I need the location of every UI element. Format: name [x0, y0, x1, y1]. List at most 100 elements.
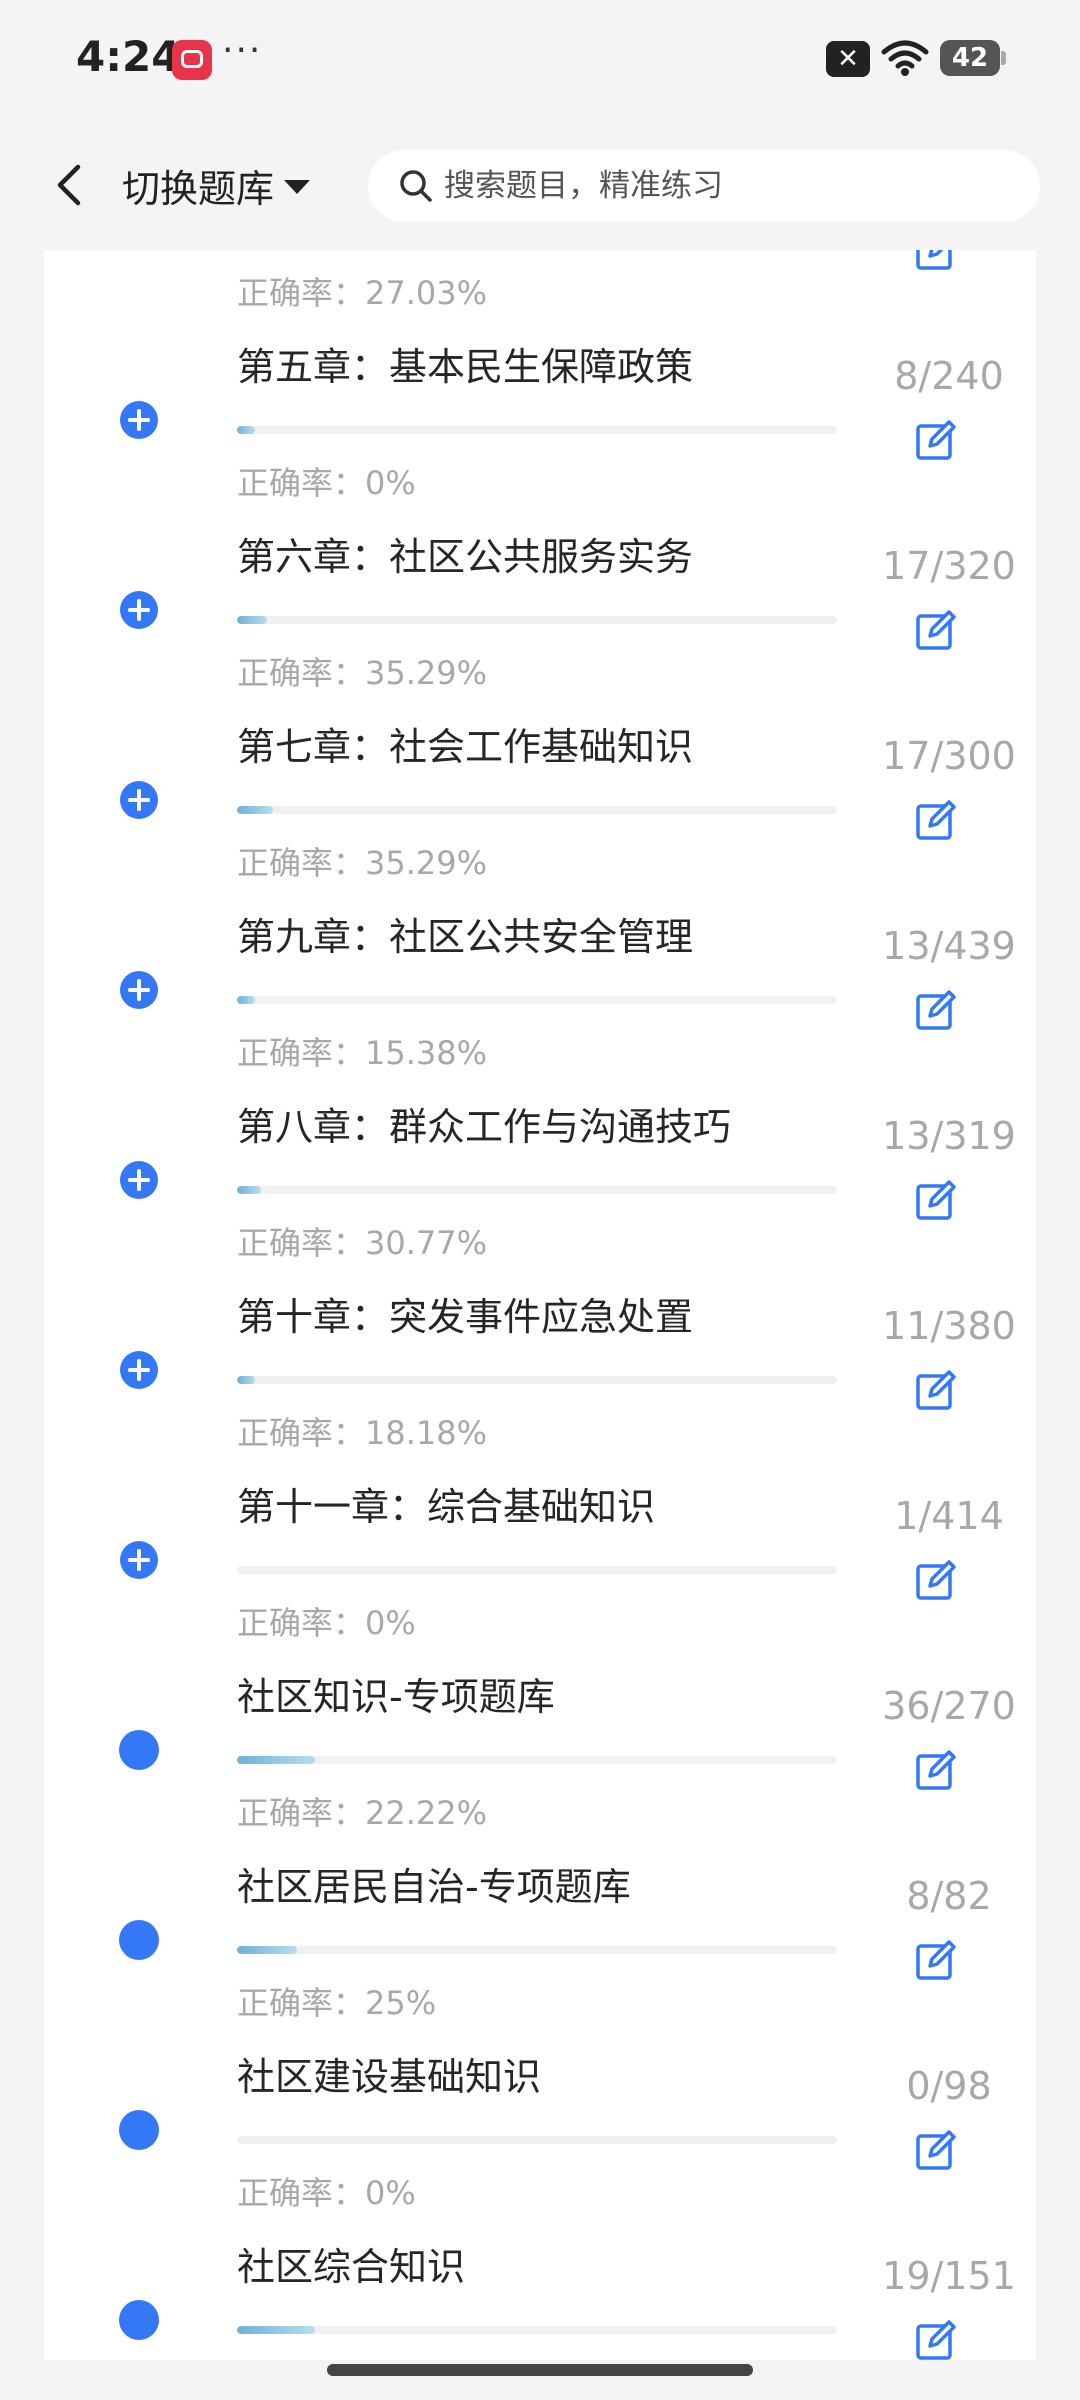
progress-bar: [237, 2326, 837, 2334]
question-bank-list: 正确率：27.03% 第五章：基本民生保障政策正确率：0% 8/240 第六章：社区…: [44, 200, 1036, 2360]
progress-fill: [237, 1756, 315, 1764]
progress-bar: [237, 616, 837, 624]
item-title: 第五章：基本民生保障政策: [237, 345, 694, 389]
accuracy-label: 正确率：18.18%: [237, 1414, 488, 1452]
progress-count: 1/414: [894, 1494, 1004, 1538]
add-circle-icon[interactable]: [120, 1541, 158, 1579]
accuracy-label: 正确率：30.77%: [237, 1224, 488, 1262]
search-box[interactable]: [368, 150, 1040, 222]
progress-bar: [237, 1566, 837, 1574]
progress-fill: [237, 2326, 315, 2334]
progress-fill: [237, 1946, 297, 1954]
progress-fill: [237, 996, 255, 1004]
list-item[interactable]: 第五章：基本民生保障政策正确率：0% 8/240: [44, 318, 1036, 508]
switch-bank-dropdown[interactable]: 切换题库: [122, 160, 311, 211]
progress-count: 8/82: [906, 1874, 992, 1918]
search-icon: [400, 170, 432, 202]
item-title: 社区知识-专项题库: [237, 1675, 555, 1719]
edit-icon[interactable]: [914, 1748, 958, 1792]
edit-icon[interactable]: [914, 988, 958, 1032]
close-icon: ✕: [826, 41, 870, 77]
accuracy-label: 正确率：15.38%: [237, 1034, 488, 1072]
item-title: 第十章：突发事件应急处置: [237, 1295, 694, 1339]
add-circle-icon[interactable]: [120, 781, 158, 819]
list-item[interactable]: 第六章：社区公共服务实务正确率：35.29% 17/320: [44, 508, 1036, 698]
progress-bar: [237, 1186, 837, 1194]
more-notifications-icon: ···: [222, 30, 263, 71]
item-title: 第七章：社会工作基础知识: [237, 725, 694, 769]
edit-icon[interactable]: [914, 418, 958, 462]
progress-fill: [237, 616, 267, 624]
edit-icon[interactable]: [914, 1368, 958, 1412]
accuracy-label: 正确率：35.29%: [237, 844, 488, 882]
accuracy-label: 正确率：0%: [237, 464, 416, 502]
progress-count: 8/240: [894, 354, 1004, 398]
add-circle-icon[interactable]: [120, 1161, 158, 1199]
home-indicator[interactable]: [327, 2364, 753, 2376]
wifi-icon: [881, 40, 929, 76]
accuracy-label: 正确率：27.03%: [237, 274, 488, 312]
progress-bar: [237, 2136, 837, 2144]
progress-count: 17/320: [882, 544, 1016, 588]
list-item[interactable]: 社区居民自治-专项题库正确率：25% 8/82: [44, 1838, 1036, 2028]
item-title: 第九章：社区公共安全管理: [237, 915, 694, 959]
clock: 4:24: [76, 32, 181, 81]
status-dot-icon: [119, 2110, 159, 2150]
app-notification-icon: [172, 40, 212, 80]
back-button[interactable]: [40, 155, 100, 215]
list-item[interactable]: 第八章：群众工作与沟通技巧正确率：30.77% 13/319: [44, 1078, 1036, 1268]
accuracy-label: 正确率：0%: [237, 1604, 416, 1642]
item-title: 第八章：群众工作与沟通技巧: [237, 1105, 732, 1149]
progress-count: 0/98: [906, 2064, 992, 2108]
edit-icon[interactable]: [914, 1178, 958, 1222]
edit-icon[interactable]: [914, 2318, 958, 2360]
battery-indicator: 42: [940, 40, 1006, 76]
item-title: 第十一章：综合基础知识: [237, 1485, 656, 1529]
progress-bar: [237, 426, 837, 434]
progress-bar: [237, 1756, 837, 1764]
edit-icon[interactable]: [914, 608, 958, 652]
edit-icon[interactable]: [914, 798, 958, 842]
add-circle-icon[interactable]: [120, 971, 158, 1009]
progress-bar: [237, 996, 837, 1004]
list-item[interactable]: 第十章：突发事件应急处置正确率：18.18% 11/380: [44, 1268, 1036, 1458]
status-dot-icon: [119, 1730, 159, 1770]
progress-count: 13/439: [882, 924, 1016, 968]
accuracy-label: 正确率：0%: [237, 2174, 416, 2212]
list-item[interactable]: 第九章：社区公共安全管理正确率：15.38% 13/439: [44, 888, 1036, 1078]
progress-fill: [237, 806, 273, 814]
item-title: 社区综合知识: [237, 2245, 466, 2289]
progress-bar: [237, 1376, 837, 1384]
accuracy-label: 正确率：26.32%: [237, 2358, 487, 2360]
item-title: 社区居民自治-专项题库: [237, 1865, 631, 1909]
accuracy-label: 正确率：25%: [237, 1984, 437, 2022]
header: 切换题库: [0, 120, 1080, 250]
add-circle-icon[interactable]: [120, 401, 158, 439]
item-title: 第六章：社区公共服务实务: [237, 535, 694, 579]
progress-count: 36/270: [882, 1684, 1016, 1728]
caret-down-icon: [284, 180, 311, 194]
edit-icon[interactable]: [914, 1558, 958, 1602]
accuracy-label: 正确率：22.22%: [237, 1794, 488, 1832]
edit-icon[interactable]: [914, 2128, 958, 2172]
edit-icon[interactable]: [914, 1938, 958, 1982]
add-circle-icon[interactable]: [120, 1351, 158, 1389]
list-item[interactable]: 第十一章：综合基础知识正确率：0% 1/414: [44, 1458, 1036, 1648]
progress-count: 17/300: [882, 734, 1016, 778]
accuracy-label: 正确率：35.29%: [237, 654, 488, 692]
add-circle-icon[interactable]: [120, 591, 158, 629]
progress-bar: [237, 806, 837, 814]
list-item[interactable]: 社区知识-专项题库正确率：22.22% 36/270: [44, 1648, 1036, 1838]
item-title: 社区建设基础知识: [237, 2055, 542, 2099]
switch-bank-label: 切换题库: [122, 166, 275, 211]
progress-count: 19/151: [882, 2254, 1016, 2298]
progress-count: 11/380: [882, 1304, 1016, 1348]
list-item[interactable]: 社区建设基础知识正确率：0% 0/98: [44, 2028, 1036, 2218]
list-item[interactable]: 社区综合知识正确率：26.32% 19/151: [44, 2218, 1036, 2360]
search-input[interactable]: [442, 167, 1006, 205]
progress-fill: [237, 1186, 261, 1194]
status-dot-icon: [119, 1920, 159, 1960]
list-item[interactable]: 第七章：社会工作基础知识正确率：35.29% 17/300: [44, 698, 1036, 888]
progress-count: 13/319: [882, 1114, 1016, 1158]
progress-bar: [237, 1946, 837, 1954]
